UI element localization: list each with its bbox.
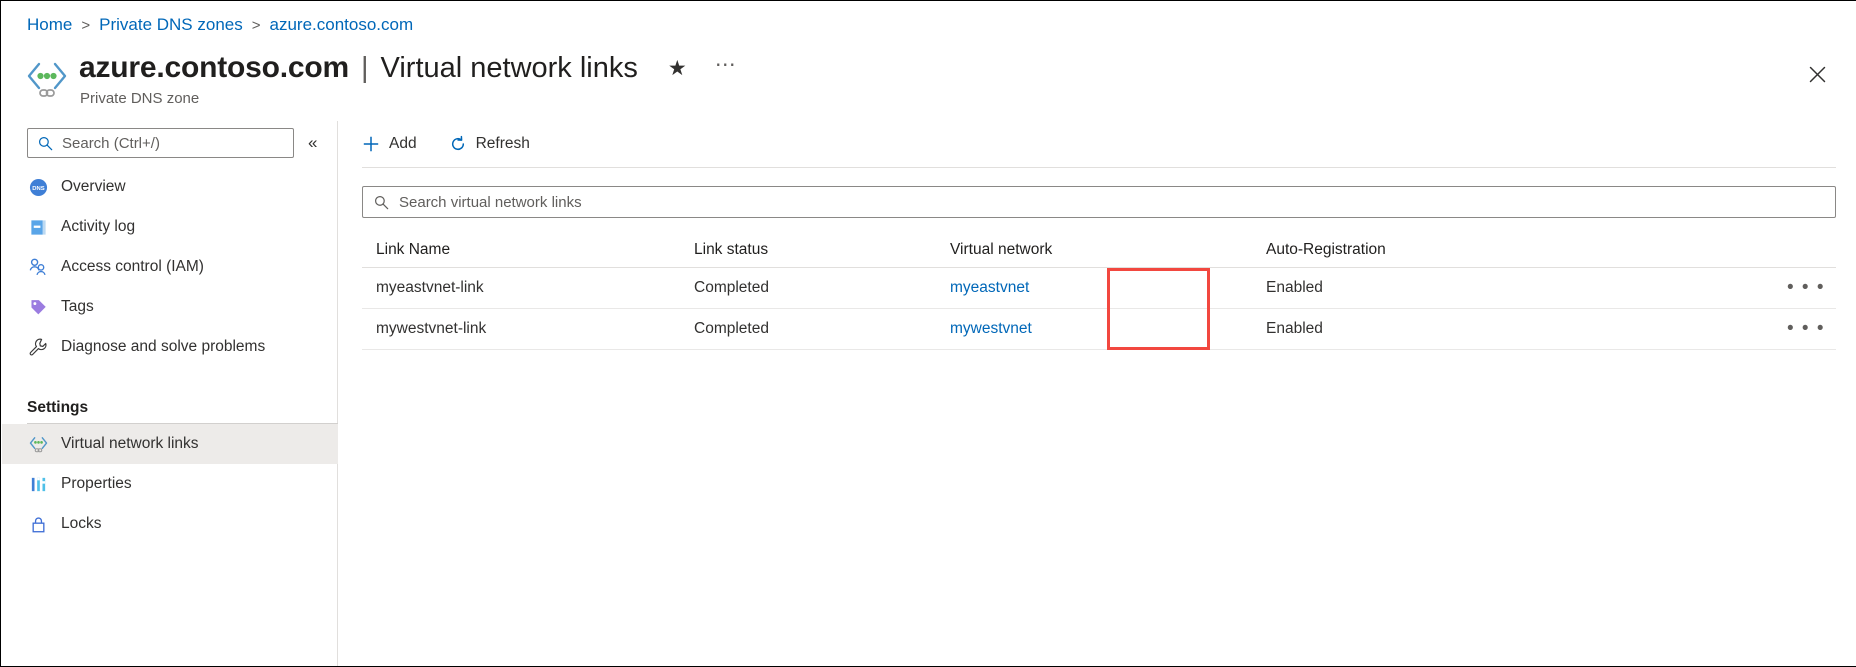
row-more-options-icon[interactable]: • • •	[1787, 324, 1825, 334]
sidebar-item-label: Tags	[61, 298, 94, 316]
sidebar-item-locks[interactable]: Locks	[2, 504, 338, 544]
page-title-divider: |	[361, 52, 369, 85]
row-actions[interactable]: • • •	[1776, 283, 1836, 293]
sidebar-item-label: Overview	[61, 178, 126, 196]
sidebar-collapse-button[interactable]: «	[308, 133, 317, 153]
sidebar-item-label: Activity log	[61, 218, 135, 236]
column-header-auto-registration[interactable]: Auto-Registration	[1266, 241, 1776, 259]
sidebar-item-label: Properties	[61, 475, 132, 493]
page-title: azure.contoso.com | Virtual network link…	[79, 51, 737, 91]
sidebar-search-box[interactable]	[27, 128, 294, 158]
svg-text:DNS: DNS	[32, 185, 44, 191]
column-header-link-status[interactable]: Link status	[694, 241, 944, 259]
command-bar-divider	[362, 167, 1836, 168]
refresh-button-label: Refresh	[476, 135, 530, 153]
sidebar-item-label: Diagnose and solve problems	[61, 338, 265, 356]
cell-auto-registration: Enabled	[1266, 320, 1776, 338]
filter-search-input[interactable]	[397, 193, 1835, 212]
virtual-network-link[interactable]: myeastvnet	[950, 279, 1029, 296]
search-icon	[38, 136, 53, 151]
breadcrumb-separator-icon: >	[252, 17, 261, 34]
blade-sidebar: « DNS Overview	[2, 121, 338, 667]
table-header-row: Link Name Link status Virtual network Au…	[362, 232, 1836, 268]
breadcrumb-item-home[interactable]: Home	[27, 15, 72, 35]
blade-content: Add Refresh Link Name	[338, 121, 1856, 666]
column-header-virtual-network[interactable]: Virtual network	[944, 241, 1266, 259]
command-bar: Add Refresh	[338, 121, 1856, 167]
azure-portal-blade: Home > Private DNS zones > azure.contoso…	[0, 0, 1856, 667]
sidebar-search-input[interactable]	[60, 134, 270, 153]
sidebar-item-activity-log[interactable]: Activity log	[2, 207, 338, 247]
activity-log-icon	[27, 216, 49, 238]
cell-auto-registration: Enabled	[1266, 279, 1776, 297]
search-icon	[374, 195, 389, 210]
cell-virtual-network: mywestvnet	[944, 320, 1266, 338]
row-more-options-icon[interactable]: • • •	[1787, 283, 1825, 293]
virtual-network-link-icon	[27, 433, 49, 455]
sidebar-item-label: Locks	[61, 515, 102, 533]
refresh-button[interactable]: Refresh	[449, 128, 542, 160]
page-title-resource: azure.contoso.com	[79, 51, 349, 85]
sidebar-item-diagnose[interactable]: Diagnose and solve problems	[2, 327, 338, 367]
breadcrumb: Home > Private DNS zones > azure.contoso…	[27, 13, 413, 37]
breadcrumb-separator-icon: >	[81, 17, 90, 34]
sidebar-item-virtual-network-links[interactable]: Virtual network links	[2, 424, 338, 464]
sidebar-nav-list: DNS Overview Activity log	[2, 167, 338, 544]
sidebar-item-tags[interactable]: Tags	[2, 287, 338, 327]
breadcrumb-item-zone[interactable]: azure.contoso.com	[270, 15, 414, 35]
add-button[interactable]: Add	[362, 128, 429, 160]
private-dns-zone-link-icon	[23, 57, 71, 101]
refresh-icon	[449, 135, 467, 153]
virtual-network-links-table: Link Name Link status Virtual network Au…	[362, 232, 1836, 350]
properties-icon	[27, 473, 49, 495]
sidebar-item-overview[interactable]: DNS Overview	[2, 167, 338, 207]
plus-icon	[362, 135, 380, 153]
table-row[interactable]: myeastvnet-link Completed myeastvnet Ena…	[362, 268, 1836, 309]
close-blade-button[interactable]	[1800, 57, 1834, 91]
cell-link-status: Completed	[694, 320, 944, 338]
lock-icon	[27, 513, 49, 535]
wrench-icon	[27, 336, 49, 358]
favorite-star-icon[interactable]: ★	[668, 58, 687, 79]
tags-icon	[27, 296, 49, 318]
row-actions[interactable]: • • •	[1776, 324, 1836, 334]
virtual-network-link[interactable]: mywestvnet	[950, 320, 1032, 337]
page-subtitle: Private DNS zone	[80, 90, 199, 107]
filter-search-box[interactable]	[362, 186, 1836, 218]
close-icon	[1809, 66, 1826, 83]
cell-virtual-network: myeastvnet	[944, 279, 1266, 297]
dns-icon: DNS	[27, 176, 49, 198]
sidebar-group-settings: Settings	[2, 379, 338, 417]
cell-link-name: mywestvnet-link	[362, 320, 694, 338]
more-options-icon[interactable]: ⋯	[715, 52, 737, 77]
sidebar-item-label: Virtual network links	[61, 435, 199, 453]
sidebar-item-label: Access control (IAM)	[61, 258, 204, 276]
access-control-icon	[27, 256, 49, 278]
table-row[interactable]: mywestvnet-link Completed mywestvnet Ena…	[362, 309, 1836, 350]
add-button-label: Add	[389, 135, 417, 153]
sidebar-item-access-control[interactable]: Access control (IAM)	[2, 247, 338, 287]
column-header-link-name[interactable]: Link Name	[362, 241, 694, 259]
cell-link-status: Completed	[694, 279, 944, 297]
sidebar-item-properties[interactable]: Properties	[2, 464, 338, 504]
page-title-section: Virtual network links	[381, 52, 638, 85]
breadcrumb-item-private-dns-zones[interactable]: Private DNS zones	[99, 15, 243, 35]
cell-link-name: myeastvnet-link	[362, 279, 694, 297]
